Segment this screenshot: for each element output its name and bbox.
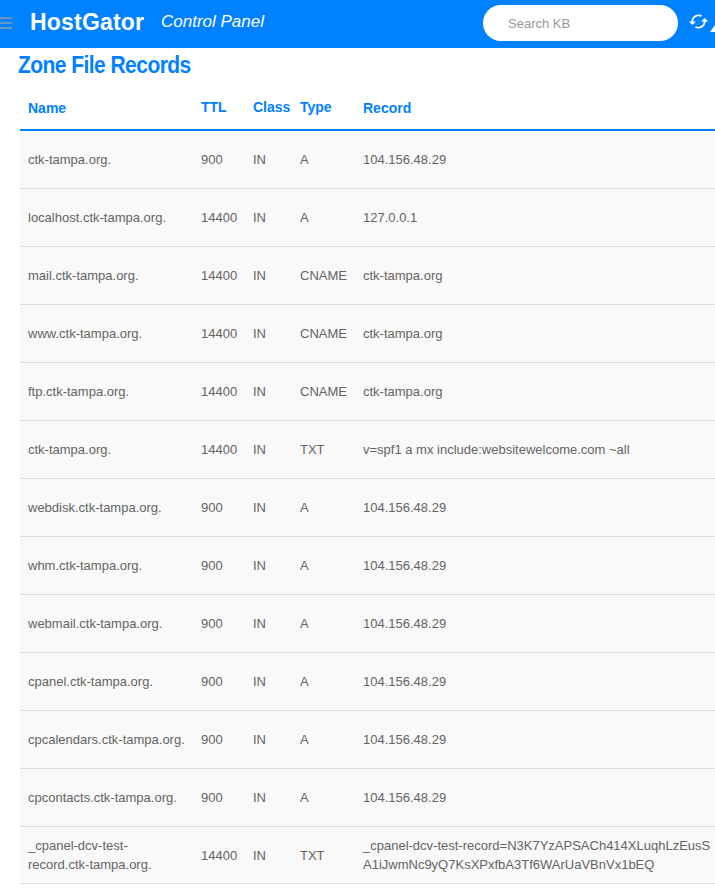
cell-ttl: 900 bbox=[201, 616, 253, 631]
hostgator-logo[interactable]: HostGator bbox=[30, 9, 144, 36]
cell-record: ctk-tampa.org bbox=[363, 382, 715, 401]
cell-class: IN bbox=[253, 442, 300, 457]
cell-name: webdisk.ctk-tampa.org. bbox=[20, 498, 201, 517]
refresh-icon[interactable] bbox=[688, 11, 709, 32]
page-title: Zone File Records bbox=[18, 51, 715, 79]
cell-name: ftp.ctk-tampa.org. bbox=[20, 382, 201, 401]
table-body: ctk-tampa.org.900INA104.156.48.29localho… bbox=[20, 131, 715, 884]
table-row: ctk-tampa.org.900INA104.156.48.29 bbox=[20, 131, 715, 189]
cell-record: 104.156.48.29 bbox=[363, 556, 715, 575]
search-kb-input[interactable] bbox=[483, 5, 678, 41]
cell-class: IN bbox=[253, 500, 300, 515]
cell-record: v=spf1 a mx include:websitewelcome.com ~… bbox=[363, 440, 715, 459]
cell-name: ctk-tampa.org. bbox=[20, 440, 201, 459]
hamburger-menu-icon[interactable] bbox=[0, 17, 12, 32]
cell-class: IN bbox=[253, 616, 300, 631]
cell-type: A bbox=[300, 616, 363, 631]
cell-type: A bbox=[300, 558, 363, 573]
table-row: ftp.ctk-tampa.org.14400INCNAMEctk-tampa.… bbox=[20, 363, 715, 421]
cell-record: 104.156.48.29 bbox=[363, 788, 715, 807]
cell-record: ctk-tampa.org bbox=[363, 324, 715, 343]
clipped-icon-fragment bbox=[710, 25, 715, 32]
cell-class: IN bbox=[253, 848, 300, 863]
column-header-type: Type bbox=[300, 99, 363, 118]
cell-name: cpanel.ctk-tampa.org. bbox=[20, 672, 201, 691]
cell-name: whm.ctk-tampa.org. bbox=[20, 556, 201, 575]
cell-record: 104.156.48.29 bbox=[363, 614, 715, 633]
cell-class: IN bbox=[253, 210, 300, 225]
cell-class: IN bbox=[253, 152, 300, 167]
cell-class: IN bbox=[253, 326, 300, 341]
column-header-ttl: TTL bbox=[201, 99, 253, 118]
table-row: webdisk.ctk-tampa.org.900INA104.156.48.2… bbox=[20, 479, 715, 537]
table-row: mail.ctk-tampa.org.14400INCNAMEctk-tampa… bbox=[20, 247, 715, 305]
cell-type: CNAME bbox=[300, 326, 363, 341]
cell-ttl: 14400 bbox=[201, 326, 253, 341]
cell-class: IN bbox=[253, 674, 300, 689]
cell-type: A bbox=[300, 152, 363, 167]
column-header-class: Class bbox=[253, 99, 300, 118]
cell-class: IN bbox=[253, 732, 300, 747]
table-row: localhost.ctk-tampa.org.14400INA127.0.0.… bbox=[20, 189, 715, 247]
column-header-name: Name bbox=[20, 99, 201, 118]
cell-ttl: 900 bbox=[201, 152, 253, 167]
table-row: whm.ctk-tampa.org.900INA104.156.48.29 bbox=[20, 537, 715, 595]
table-row: cpcontacts.ctk-tampa.org.900INA104.156.4… bbox=[20, 769, 715, 827]
cell-name: cpcalendars.ctk-tampa.org. bbox=[20, 730, 201, 749]
cell-ttl: 14400 bbox=[201, 384, 253, 399]
cell-name: _cpanel-dcv-test-record.ctk-tampa.org. bbox=[20, 836, 201, 874]
cell-type: CNAME bbox=[300, 384, 363, 399]
cell-type: A bbox=[300, 210, 363, 225]
cell-type: A bbox=[300, 674, 363, 689]
table-row: webmail.ctk-tampa.org.900INA104.156.48.2… bbox=[20, 595, 715, 653]
cell-ttl: 14400 bbox=[201, 210, 253, 225]
cell-record: 104.156.48.29 bbox=[363, 150, 715, 169]
table-row: www.ctk-tampa.org.14400INCNAMEctk-tampa.… bbox=[20, 305, 715, 363]
cell-record: 127.0.0.1 bbox=[363, 208, 715, 227]
cell-type: A bbox=[300, 732, 363, 747]
cell-type: TXT bbox=[300, 442, 363, 457]
cell-name: localhost.ctk-tampa.org. bbox=[20, 208, 201, 227]
cell-ttl: 900 bbox=[201, 558, 253, 573]
cell-class: IN bbox=[253, 790, 300, 805]
cell-class: IN bbox=[253, 384, 300, 399]
top-navigation-bar: HostGator Control Panel bbox=[0, 0, 715, 48]
main-content: Zone File Records NameTTLClassTypeRecord… bbox=[0, 51, 715, 884]
cell-record: 104.156.48.29 bbox=[363, 672, 715, 691]
cell-record: 104.156.48.29 bbox=[363, 498, 715, 517]
cell-class: IN bbox=[253, 268, 300, 283]
cell-name: cpcontacts.ctk-tampa.org. bbox=[20, 788, 201, 807]
cell-record: ctk-tampa.org bbox=[363, 266, 715, 285]
cell-ttl: 900 bbox=[201, 732, 253, 747]
table-header-row: NameTTLClassTypeRecord bbox=[20, 99, 715, 131]
cell-type: CNAME bbox=[300, 268, 363, 283]
cell-ttl: 900 bbox=[201, 500, 253, 515]
cell-record: 104.156.48.29 bbox=[363, 730, 715, 749]
cell-type: TXT bbox=[300, 848, 363, 863]
cell-name: ctk-tampa.org. bbox=[20, 150, 201, 169]
table-row: _cpanel-dcv-test-record.ctk-tampa.org.14… bbox=[20, 827, 715, 884]
cell-ttl: 900 bbox=[201, 790, 253, 805]
cell-record: _cpanel-dcv-test-record=N3K7YzAPSACh414X… bbox=[363, 836, 715, 874]
cell-type: A bbox=[300, 500, 363, 515]
cell-ttl: 900 bbox=[201, 674, 253, 689]
cell-ttl: 14400 bbox=[201, 268, 253, 283]
cell-ttl: 14400 bbox=[201, 442, 253, 457]
cell-name: www.ctk-tampa.org. bbox=[20, 324, 201, 343]
zone-records-table: NameTTLClassTypeRecord ctk-tampa.org.900… bbox=[20, 99, 715, 884]
table-row: cpanel.ctk-tampa.org.900INA104.156.48.29 bbox=[20, 653, 715, 711]
table-row: cpcalendars.ctk-tampa.org.900INA104.156.… bbox=[20, 711, 715, 769]
column-header-record: Record bbox=[363, 99, 715, 118]
cell-type: A bbox=[300, 790, 363, 805]
cell-class: IN bbox=[253, 558, 300, 573]
cell-ttl: 14400 bbox=[201, 848, 253, 863]
control-panel-label: Control Panel bbox=[161, 12, 264, 32]
cell-name: webmail.ctk-tampa.org. bbox=[20, 614, 201, 633]
table-row: ctk-tampa.org.14400INTXTv=spf1 a mx incl… bbox=[20, 421, 715, 479]
cell-name: mail.ctk-tampa.org. bbox=[20, 266, 201, 285]
